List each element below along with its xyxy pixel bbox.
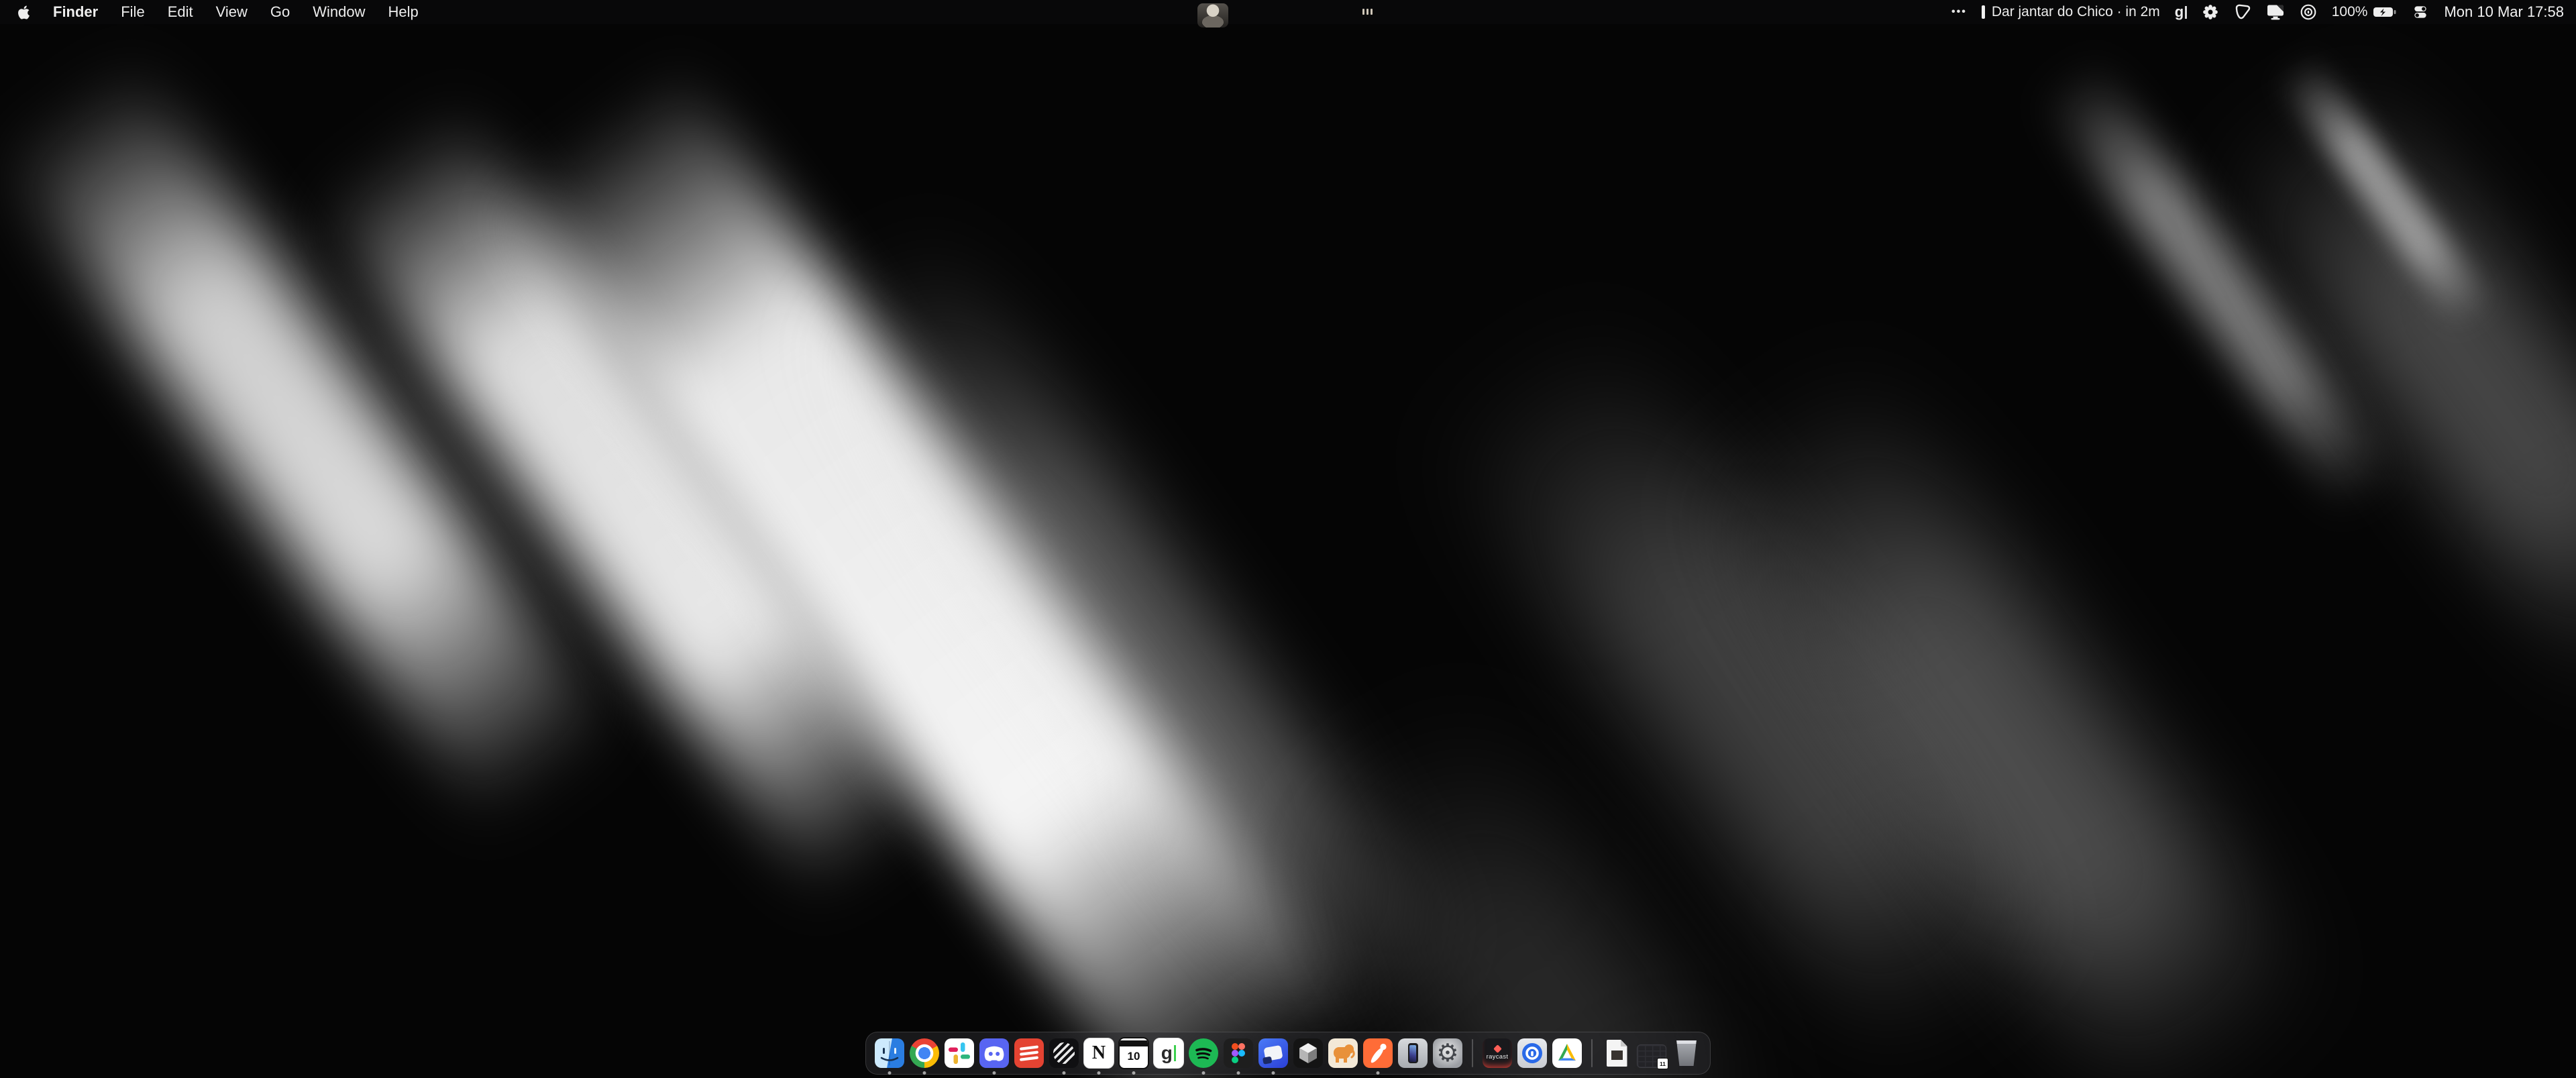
dock-notion-calendar-icon[interactable]: 10 <box>1118 1036 1149 1071</box>
dock-chrome-icon[interactable] <box>909 1036 940 1071</box>
system-settings-app-icon: ⚙ <box>1433 1038 1462 1068</box>
dock-linear-icon[interactable] <box>1049 1036 1079 1071</box>
iphone-mirroring-app-icon <box>1398 1038 1428 1068</box>
notch-overflow-icon[interactable] <box>1362 9 1373 15</box>
granola-app-icon: g <box>1153 1038 1184 1069</box>
control-center-icon[interactable] <box>2412 3 2429 21</box>
running-indicator <box>1063 1071 1066 1075</box>
menu-app-name[interactable]: Finder <box>53 0 98 24</box>
1password-app-icon <box>1517 1038 1547 1068</box>
reminder-text: Dar jantar do Chico · in 2m <box>1992 4 2160 20</box>
dock: N10g ⚙ raycast 11 <box>865 1032 1711 1075</box>
figma-app-icon <box>1224 1038 1253 1068</box>
flower-gear-icon[interactable] <box>2202 3 2219 21</box>
dock-divider <box>1472 1039 1473 1067</box>
dock-notion-icon[interactable]: N <box>1083 1036 1114 1071</box>
minimized-window-app-icon: 11 <box>1637 1038 1666 1068</box>
mammoth-app-icon <box>1328 1038 1358 1068</box>
dock-raycast-icon[interactable]: raycast <box>1482 1036 1513 1071</box>
dock-system-settings-icon[interactable]: ⚙ <box>1432 1036 1463 1071</box>
trash-app-icon <box>1672 1038 1701 1068</box>
spotify-app-icon <box>1189 1038 1218 1068</box>
chrome-app-icon <box>910 1038 939 1068</box>
menu-bar-clock[interactable]: Mon 10 Mar 17:58 <box>2444 3 2564 21</box>
notion-app-icon: N <box>1083 1038 1114 1069</box>
granola-cursor <box>2185 6 2187 19</box>
menu-view[interactable]: View <box>216 0 248 24</box>
menu-file[interactable]: File <box>121 0 144 24</box>
granola-glyph: g <box>2175 3 2184 21</box>
running-indicator <box>1377 1071 1380 1075</box>
dock-figma-icon[interactable] <box>1223 1036 1254 1071</box>
camera-preview-avatar[interactable] <box>1197 3 1228 28</box>
onepassword-menu-icon[interactable] <box>2300 3 2317 21</box>
dock-document-icon[interactable] <box>1601 1036 1632 1071</box>
running-indicator <box>993 1071 996 1075</box>
menu-bar-status: ••• Dar jantar do Chico · in 2m g <box>1951 3 2576 21</box>
google-drive-app-icon <box>1552 1038 1582 1068</box>
battery-icon <box>2373 6 2397 18</box>
menu-edit[interactable]: Edit <box>168 0 193 24</box>
running-indicator <box>1097 1071 1101 1075</box>
dock-spotify-icon[interactable] <box>1188 1036 1219 1071</box>
pick-icon[interactable] <box>2234 3 2251 21</box>
dock-granola-icon[interactable]: g <box>1153 1036 1184 1071</box>
dock-trash-icon[interactable] <box>1671 1036 1702 1071</box>
dock-slack-icon[interactable] <box>944 1036 975 1071</box>
dock-todoist-icon[interactable] <box>1014 1036 1044 1071</box>
todoist-app-icon <box>1014 1038 1044 1068</box>
dock-1password-icon[interactable] <box>1517 1036 1548 1071</box>
desktop-wallpaper <box>0 0 2576 1078</box>
screen-studio-app-icon <box>1258 1038 1288 1068</box>
spline-app-icon <box>1293 1038 1323 1068</box>
hidden-items-icon[interactable]: ••• <box>1951 6 1967 18</box>
dock-spline-icon[interactable] <box>1293 1036 1324 1071</box>
linear-app-icon <box>1049 1038 1079 1068</box>
menu-help[interactable]: Help <box>388 0 419 24</box>
running-indicator <box>923 1071 926 1075</box>
menu-window[interactable]: Window <box>313 0 365 24</box>
running-indicator <box>888 1071 892 1075</box>
menu-go[interactable]: Go <box>270 0 290 24</box>
dock-minimized-window-icon[interactable]: 11 <box>1636 1036 1667 1071</box>
desktop: Finder File Edit View Go Window Help •••… <box>0 0 2576 1078</box>
raycast-app-icon: raycast <box>1483 1038 1512 1068</box>
dock-finder-icon[interactable] <box>874 1036 905 1071</box>
running-indicator <box>1202 1071 1205 1075</box>
running-indicator <box>1132 1071 1136 1075</box>
menu-bar-left: Finder File Edit View Go Window Help <box>0 0 419 24</box>
notion-calendar-app-icon: 10 <box>1118 1037 1149 1069</box>
finder-app-icon <box>875 1038 904 1068</box>
dock-screen-studio-icon[interactable] <box>1258 1036 1289 1071</box>
slack-app-icon <box>945 1038 974 1068</box>
dock-iphone-mirroring-icon[interactable] <box>1397 1036 1428 1071</box>
menu-bar: Finder File Edit View Go Window Help •••… <box>0 0 2576 24</box>
discord-app-icon <box>979 1038 1009 1068</box>
reminder-status[interactable]: Dar jantar do Chico · in 2m <box>1982 4 2160 20</box>
running-indicator <box>1237 1071 1240 1075</box>
dock-mammoth-icon[interactable] <box>1328 1036 1358 1071</box>
postman-app-icon <box>1363 1038 1393 1068</box>
document-app-icon <box>1602 1038 1631 1068</box>
battery-status[interactable]: 100% <box>2332 4 2398 20</box>
reminder-bar-icon <box>1982 5 1985 19</box>
dock-google-drive-icon[interactable] <box>1552 1036 1582 1071</box>
dock-postman-icon[interactable] <box>1362 1036 1393 1071</box>
granola-menu-icon[interactable]: g <box>2175 3 2187 21</box>
apple-menu-icon[interactable] <box>17 5 30 20</box>
running-indicator <box>1272 1071 1275 1075</box>
dock-discord-icon[interactable] <box>979 1036 1010 1071</box>
dock-divider <box>1591 1039 1593 1067</box>
display-mirroring-icon[interactable] <box>2266 3 2285 21</box>
battery-percent: 100% <box>2332 4 2368 20</box>
